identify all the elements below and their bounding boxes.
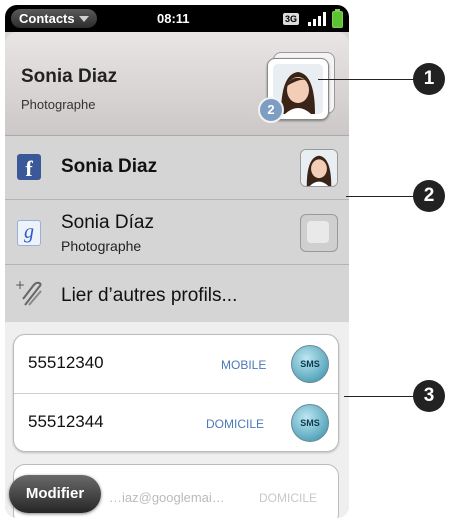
- profile-row-facebook[interactable]: f Sonia Diaz: [5, 136, 349, 200]
- phone-type-label: MOBILE: [221, 358, 267, 372]
- chevron-down-icon: [78, 16, 89, 22]
- profile-row-google[interactable]: g Sonia Díaz Photographe: [5, 200, 349, 265]
- profile-name: Sonia Díaz: [61, 212, 154, 233]
- app-menu-label: Contacts: [19, 11, 75, 26]
- email-type-label: DOMICILE: [259, 491, 318, 505]
- link-profiles-label: Lier d’autres profils...: [61, 285, 238, 306]
- profile-subtitle: Photographe: [61, 238, 142, 254]
- contact-header: Sonia Diaz Photographe 2: [5, 32, 349, 136]
- callout-marker: 2: [413, 180, 445, 212]
- edit-button[interactable]: Modifier: [9, 475, 101, 513]
- app-menu-button[interactable]: Contacts: [11, 9, 97, 28]
- signal-strength-icon: [308, 12, 330, 26]
- email-address: …iaz@googlemai…: [109, 490, 225, 505]
- clock: 08:11: [157, 11, 190, 26]
- contact-photo[interactable]: 2: [258, 52, 337, 123]
- phone-row[interactable]: 55512340 MOBILE SMS: [14, 335, 338, 392]
- status-bar: Contacts 08:11 3G: [5, 5, 349, 32]
- phone-number-list: 55512340 MOBILE SMS 55512344 DOMICILE SM…: [13, 334, 339, 452]
- paperclip-add-icon: +: [15, 278, 45, 309]
- profile-photo-thumbnail: [300, 149, 338, 187]
- sms-button[interactable]: SMS: [291, 404, 329, 442]
- contact-title: Photographe: [21, 97, 96, 112]
- link-profiles-button[interactable]: + Lier d’autres profils...: [5, 265, 349, 322]
- facebook-icon: f: [17, 154, 41, 181]
- battery-icon: [332, 9, 343, 28]
- linked-count-badge: 2: [258, 97, 284, 123]
- person-placeholder-icon: [307, 221, 329, 243]
- phone-row[interactable]: 55512344 DOMICILE SMS: [14, 393, 338, 451]
- callout-marker: 3: [413, 380, 445, 412]
- profile-name: Sonia Diaz: [61, 156, 158, 177]
- contact-name: Sonia Diaz: [21, 66, 118, 87]
- network-indicator: 3G: [283, 13, 300, 25]
- phone-number: 55512344: [28, 412, 104, 431]
- callout-line: [318, 79, 414, 80]
- phone-screen: Contacts 08:11 3G Sonia Diaz Photographe: [5, 5, 349, 518]
- linked-profiles: f Sonia Diaz g Sonia Díaz Photographe + …: [5, 136, 349, 322]
- sms-button[interactable]: SMS: [291, 345, 329, 383]
- profile-photo-placeholder: [300, 214, 338, 252]
- callout-line: [344, 396, 414, 397]
- phone-type-label: DOMICILE: [206, 417, 265, 431]
- callout-marker: 1: [413, 63, 445, 95]
- phone-number: 55512340: [28, 353, 104, 372]
- google-icon: g: [17, 220, 41, 246]
- callout-line: [346, 196, 414, 197]
- svg-text:+: +: [15, 279, 25, 292]
